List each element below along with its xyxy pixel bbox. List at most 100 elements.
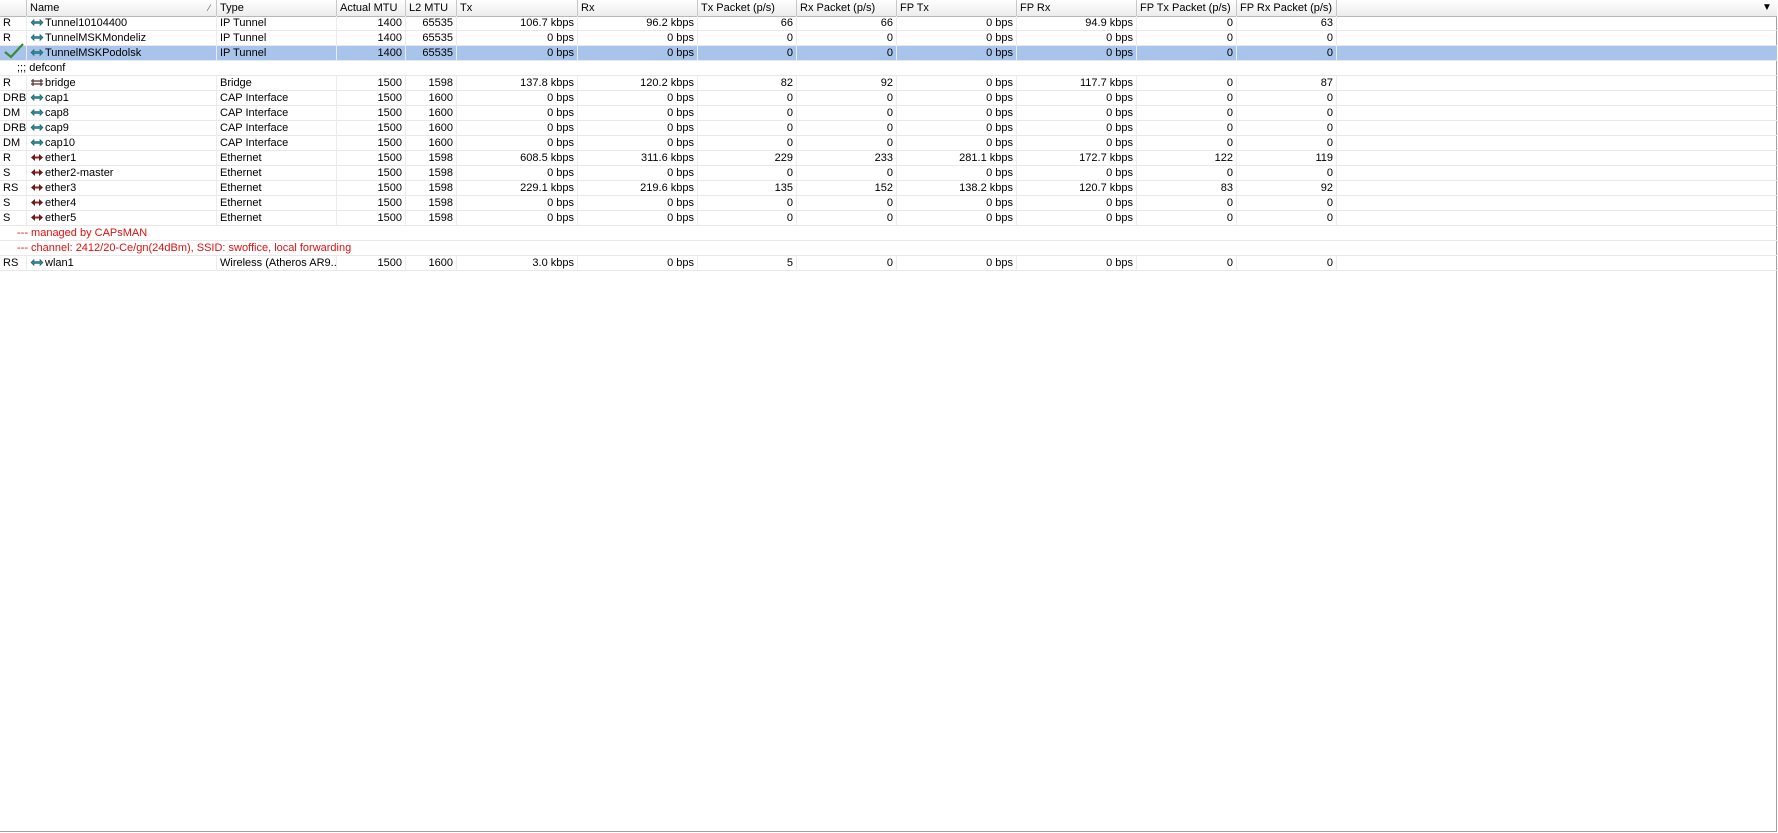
interface-row[interactable]: DM cap10 CAP Interface 1500 1600 0 bps 0 bps 0 0… [0, 136, 1777, 151]
header-tx-packet-column[interactable]: Tx Packet (p/s) [698, 0, 797, 16]
tx-packet-cell: 66 [698, 16, 797, 31]
name-cell: wlan1 [27, 256, 217, 271]
interface-row[interactable]: DRB cap1 CAP Interface 1500 1600 0 bps 0 bps 0 0… [0, 91, 1777, 106]
name-cell: cap1 [27, 91, 217, 106]
header-rx-column[interactable]: Rx [578, 0, 698, 16]
cap-icon [30, 137, 45, 149]
column-menu-dropdown-icon[interactable]: ▼ [1760, 0, 1774, 16]
header-l2-mtu-column[interactable]: L2 MTU [406, 0, 457, 16]
fp-tx-packet-cell: 0 [1137, 91, 1237, 106]
flags-cell: S [0, 211, 27, 226]
interface-row[interactable]: TunnelMSKPodolsk IP Tunnel 1400 65535 0 bps 0… [0, 43, 1777, 61]
l2-mtu-cell: 1598 [406, 151, 457, 166]
header-tx-column[interactable]: Tx [457, 0, 578, 16]
fp-rx-packet-cell: 0 [1237, 106, 1337, 121]
fp-rx-cell: 0 bps [1017, 136, 1137, 151]
interface-row[interactable]: Rether1 Ethernet 1500 1598 608.5 kbps 311.6 k… [0, 151, 1777, 166]
interface-name: ether2-master [45, 167, 114, 179]
l2-mtu-cell: 1598 [406, 76, 457, 91]
wireless-icon [30, 257, 45, 269]
header-fp-rx-column[interactable]: FP Rx [1017, 0, 1137, 16]
fp-rx-packet-cell: 0 [1237, 91, 1337, 106]
ethernet-icon [30, 167, 45, 179]
cap-icon [30, 107, 45, 119]
header-label: Name [30, 2, 60, 14]
interface-row[interactable]: DRB cap9 CAP Interface 1500 1600 0 bps 0 bps 0 0… [0, 121, 1777, 136]
cap-icon [30, 92, 45, 104]
l2-mtu-cell: 1600 [406, 256, 457, 271]
tunnel-icon [30, 47, 45, 59]
name-cell: cap8 [27, 106, 217, 121]
interface-row[interactable]: Rbridge Bridge 1500 1598 137.8 kbps 120.2 kbp… [0, 76, 1777, 91]
cap-icon [30, 122, 45, 134]
rx-cell: 0 bps [578, 46, 698, 61]
fp-tx-cell: 0 bps [897, 256, 1017, 271]
header-fp-tx-column[interactable]: FP Tx [897, 0, 1017, 16]
flags-cell: DRB [0, 91, 27, 106]
rx-packet-cell: 0 [797, 136, 897, 151]
header-label: L2 MTU [409, 2, 449, 14]
name-cell: TunnelMSKPodolsk [27, 46, 217, 61]
interface-row[interactable]: Sether5 Ethernet 1500 1598 0 bps 0 bps 0 0 0 bps… [0, 211, 1777, 226]
name-cell: cap9 [27, 121, 217, 136]
header-name-column[interactable]: Name ⁄ [27, 0, 217, 16]
type-cell: Bridge [217, 76, 337, 91]
tx-packet-cell: 5 [698, 256, 797, 271]
header-rx-packet-column[interactable]: Rx Packet (p/s) [797, 0, 897, 16]
header-fp-rx-packet-column[interactable]: FP Rx Packet (p/s) [1237, 0, 1337, 16]
rx-packet-cell: 0 [797, 106, 897, 121]
tx-cell: 0 bps [457, 106, 578, 121]
name-cell: TunnelMSKMondeliz [27, 31, 217, 46]
interface-row[interactable]: Sether4 Ethernet 1500 1598 0 bps 0 bps 0 0 0 bps… [0, 196, 1777, 211]
name-cell: ether1 [27, 151, 217, 166]
interface-row[interactable]: Sether2-master Ethernet 1500 1598 0 bps 0 bps… [0, 166, 1777, 181]
interface-row[interactable]: DM cap8 CAP Interface 1500 1600 0 bps 0 bps 0 0 0… [0, 106, 1777, 121]
actual-mtu-cell: 1400 [337, 31, 406, 46]
interface-row[interactable]: R Tunnel10104400 IP Tunnel 1400 65535 106.7 k… [0, 16, 1777, 31]
type-cell: Ethernet [217, 196, 337, 211]
ethernet-icon [30, 197, 45, 209]
tx-cell: 0 bps [457, 121, 578, 136]
type-cell: CAP Interface [217, 106, 337, 121]
fp-tx-packet-cell: 0 [1137, 166, 1237, 181]
actual-mtu-cell: 1400 [337, 16, 406, 31]
rx-cell: 96.2 kbps [578, 16, 698, 31]
interface-name: Tunnel10104400 [45, 17, 128, 29]
rx-cell: 0 bps [578, 196, 698, 211]
flags-cell: R [0, 151, 27, 166]
flags-cell: RS [0, 256, 27, 271]
fp-rx-packet-cell: 0 [1237, 196, 1337, 211]
ethernet-icon [30, 182, 45, 194]
flags-cell: R [0, 16, 27, 31]
fp-rx-cell: 0 bps [1017, 196, 1137, 211]
comment-row: ;;; defconf [0, 61, 1777, 76]
interface-name: wlan1 [45, 257, 74, 269]
rx-packet-cell: 0 [797, 166, 897, 181]
tx-packet-cell: 0 [698, 46, 797, 61]
actual-mtu-cell: 1500 [337, 181, 406, 196]
interface-row[interactable]: RS ether3 Ethernet 1500 1598 229.1 kbps 219.6 … [0, 181, 1777, 196]
fp-tx-cell: 0 bps [897, 106, 1017, 121]
type-cell: Ethernet [217, 151, 337, 166]
header-type-column[interactable]: Type [217, 0, 337, 16]
fp-tx-cell: 281.1 kbps [897, 151, 1017, 166]
rx-packet-cell: 152 [797, 181, 897, 196]
fp-rx-cell: 0 bps [1017, 106, 1137, 121]
header-actual-mtu-column[interactable]: Actual MTU [337, 0, 406, 16]
header-label: Tx [460, 2, 473, 14]
actual-mtu-cell: 1500 [337, 256, 406, 271]
l2-mtu-cell: 1598 [406, 181, 457, 196]
header-flags-column[interactable] [0, 0, 27, 16]
header-fp-tx-packet-column[interactable]: FP Tx Packet (p/s) [1137, 0, 1237, 16]
l2-mtu-cell: 65535 [406, 16, 457, 31]
interface-row[interactable]: RS wlan1 Wireless (Atheros AR9... 1500 1600 3… [0, 256, 1777, 271]
type-cell: Ethernet [217, 166, 337, 181]
name-cell: Tunnel10104400 [27, 16, 217, 31]
fp-tx-packet-cell: 122 [1137, 151, 1237, 166]
header-label: FP Rx Packet (p/s) [1240, 2, 1333, 14]
rx-packet-cell: 0 [797, 196, 897, 211]
interface-row[interactable]: R TunnelMSKMondeliz IP Tunnel 1400 65535 0 bp… [0, 31, 1777, 46]
tunnel-icon [30, 32, 45, 44]
fp-tx-cell: 0 bps [897, 121, 1017, 136]
rx-packet-cell: 92 [797, 76, 897, 91]
